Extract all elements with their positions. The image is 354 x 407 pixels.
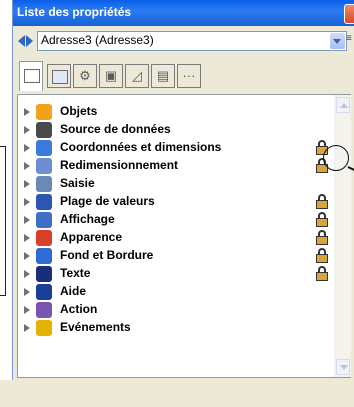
property-label: Texte xyxy=(60,266,91,280)
property-list: Objets Source de données Coordonnées et di… xyxy=(17,94,351,378)
property-row[interactable]: Evénements xyxy=(22,319,332,337)
expand-arrow-icon[interactable] xyxy=(24,198,30,206)
close-button[interactable] xyxy=(344,4,354,24)
properties-panel: Liste des propriétés Adresse3 (Adresse3)… xyxy=(12,0,354,380)
expand-arrow-icon[interactable] xyxy=(24,234,30,242)
property-label: Action xyxy=(60,302,98,316)
move-icon xyxy=(36,140,52,156)
text-icon xyxy=(36,266,52,282)
external-frame-edge xyxy=(0,146,6,296)
property-label: Redimensionnement xyxy=(60,158,179,172)
expand-arrow-icon[interactable] xyxy=(24,126,30,134)
property-label: Saisie xyxy=(60,176,95,190)
tab-screen-icon[interactable]: ▤ xyxy=(151,64,175,88)
border-icon xyxy=(36,248,52,264)
expand-arrow-icon[interactable] xyxy=(24,144,30,152)
tab-list-icon[interactable] xyxy=(19,61,43,91)
help-icon xyxy=(36,284,52,300)
property-row[interactable]: Apparence xyxy=(22,229,332,247)
tab-layout-icon[interactable]: ▣ xyxy=(99,64,123,88)
property-row[interactable]: Texte xyxy=(22,265,332,283)
property-label: Plage de valeurs xyxy=(60,194,155,208)
lock-icon xyxy=(316,248,328,264)
property-label: Objets xyxy=(60,104,98,118)
property-label: Apparence xyxy=(60,230,123,244)
title-bar: Liste des propriétés xyxy=(13,0,354,26)
property-row[interactable]: Saisie xyxy=(22,175,332,193)
navigate-arrows-icon[interactable] xyxy=(18,35,34,47)
object-selector-value: Adresse3 (Adresse3) xyxy=(41,33,154,47)
database-icon xyxy=(36,122,52,138)
window-title: Liste des propriétés xyxy=(17,5,132,19)
property-row[interactable]: Coordonnées et dimensions xyxy=(22,139,332,157)
expand-arrow-icon[interactable] xyxy=(24,306,30,314)
lock-icon xyxy=(316,266,328,282)
property-row[interactable]: Fond et Bordure xyxy=(22,247,332,265)
expand-arrow-icon[interactable] xyxy=(24,180,30,188)
range-icon xyxy=(36,194,52,210)
resize-icon xyxy=(36,158,52,174)
tab-strip: ⚙ ▣ ◿ ▤ ··· xyxy=(13,58,354,94)
tab-chart-icon[interactable]: ◿ xyxy=(125,64,149,88)
lock-icon xyxy=(316,194,328,210)
expand-arrow-icon[interactable] xyxy=(24,216,30,224)
vertical-scrollbar[interactable] xyxy=(334,95,351,377)
property-label: Source de données xyxy=(60,122,171,136)
status-bar xyxy=(0,380,354,407)
property-row[interactable]: Objets xyxy=(22,103,332,121)
scroll-up-icon[interactable] xyxy=(336,97,350,113)
tab-gear-icon[interactable]: ⚙ xyxy=(73,64,97,88)
lock-icon xyxy=(316,212,328,228)
expand-arrow-icon[interactable] xyxy=(24,270,30,278)
property-label: Aide xyxy=(60,284,87,298)
expand-arrow-icon[interactable] xyxy=(24,252,30,260)
lock-icon xyxy=(316,230,328,246)
events-icon xyxy=(36,320,52,336)
property-row[interactable]: Plage de valeurs xyxy=(22,193,332,211)
callout-circle xyxy=(323,145,349,171)
keyboard-icon xyxy=(36,176,52,192)
tab-form-icon[interactable] xyxy=(47,64,71,88)
property-label: Affichage xyxy=(60,212,115,226)
cube-icon xyxy=(36,104,52,120)
dropdown-arrow-icon[interactable] xyxy=(330,33,345,49)
expand-arrow-icon[interactable] xyxy=(24,288,30,296)
property-row[interactable]: Redimensionnement xyxy=(22,157,332,175)
expand-arrow-icon[interactable] xyxy=(24,108,30,116)
property-label: Evénements xyxy=(60,320,131,334)
eye-icon xyxy=(36,230,52,246)
selector-row: Adresse3 (Adresse3) ≡ xyxy=(13,26,354,56)
property-row[interactable]: Affichage xyxy=(22,211,332,229)
property-row[interactable]: Source de données xyxy=(22,121,332,139)
expand-arrow-icon[interactable] xyxy=(24,162,30,170)
scroll-down-icon[interactable] xyxy=(336,359,350,375)
property-row[interactable]: Action xyxy=(22,301,332,319)
property-row[interactable]: Aide xyxy=(22,283,332,301)
wrap-icon[interactable]: ≡ xyxy=(346,33,354,47)
action-icon xyxy=(36,302,52,318)
object-selector[interactable]: Adresse3 (Adresse3) xyxy=(37,31,347,51)
expand-arrow-icon[interactable] xyxy=(24,324,30,332)
display-icon xyxy=(36,212,52,228)
property-label: Coordonnées et dimensions xyxy=(60,140,222,154)
property-label: Fond et Bordure xyxy=(60,248,154,262)
tab-more-icon[interactable]: ··· xyxy=(177,64,201,88)
